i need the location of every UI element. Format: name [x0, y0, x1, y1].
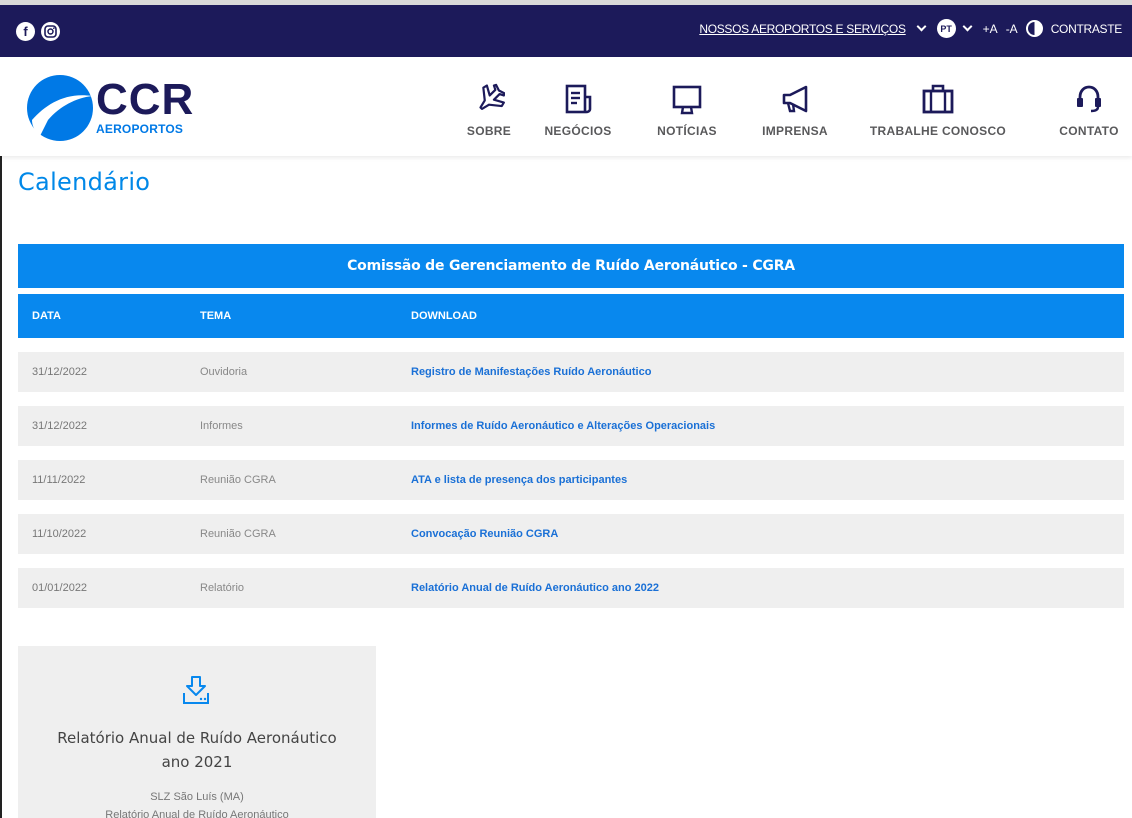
nav-item-contato[interactable]: CONTATO [1053, 83, 1125, 138]
nav-label: TRABALHE CONOSCO [869, 124, 1007, 138]
cell-tema: Reunião CGRA [200, 528, 276, 540]
nav-label: SOBRE [466, 124, 512, 138]
nav-label: IMPRENSA [762, 124, 828, 138]
table-row: 01/01/2022 Relatório Relatório Anual de … [18, 568, 1124, 608]
cell-date: 31/12/2022 [32, 366, 88, 378]
ccr-logo[interactable]: CCR AEROPORTOS [26, 74, 194, 142]
font-decrease-button[interactable]: -A [1006, 22, 1018, 36]
card-subtitle: SLZ São Luís (MA) Relatório Anual de Ruí… [18, 788, 376, 818]
cell-date: 31/12/2022 [32, 420, 88, 432]
social-links: f [16, 22, 60, 41]
column-header-tema: TEMA [200, 310, 232, 322]
table-title: Comissão de Gerenciamento de Ruído Aeron… [18, 244, 1124, 288]
document-icon [540, 83, 616, 115]
nav-item-sobre[interactable]: SOBRE [459, 83, 519, 138]
nav-item-imprensa[interactable]: IMPRENSA [758, 83, 832, 138]
megaphone-icon [758, 83, 832, 115]
nav-label: NOTÍCIAS [657, 124, 717, 138]
cell-date: 11/11/2022 [32, 474, 86, 486]
cell-tema: Relatório [200, 582, 245, 594]
main-header: CCR AEROPORTOS SOBRE NEGÓCIOS NOTÍCIAS I… [0, 57, 1132, 156]
nav-item-trabalhe-conosco[interactable]: TRABALHE CONOSCO [868, 83, 1008, 138]
airports-services-link[interactable]: NOSSOS AEROPORTOS E SERVIÇOS [699, 22, 906, 36]
page-title: Calendário [18, 168, 151, 196]
cell-tema: Informes [200, 420, 243, 432]
contrast-icon[interactable] [1025, 20, 1043, 37]
chevron-down-icon[interactable] [916, 21, 927, 32]
download-link[interactable]: Relatório Anual de Ruído Aeronáutico ano… [411, 582, 659, 594]
logo-mark-icon [27, 75, 93, 141]
font-increase-button[interactable]: +A [983, 22, 998, 36]
table-row: 31/12/2022 Informes Informes de Ruído Ae… [18, 406, 1124, 446]
monitor-icon [652, 83, 722, 115]
airplane-icon [459, 83, 519, 115]
language-selector[interactable]: PT [936, 19, 956, 38]
chevron-down-icon[interactable] [962, 21, 973, 32]
nav-item-negocios[interactable]: NEGÓCIOS [540, 83, 616, 138]
download-icon [183, 676, 209, 704]
nav-label: NEGÓCIOS [544, 124, 612, 138]
download-link[interactable]: ATA e lista de presença dos participante… [411, 474, 627, 486]
table-header: DATA TEMA DOWNLOAD [18, 294, 1124, 338]
card-location: SLZ São Luís (MA) [150, 791, 244, 803]
download-link[interactable]: Registro de Manifestações Ruído Aeronáut… [411, 366, 651, 378]
top-utility-links: NOSSOS AEROPORTOS E SERVIÇOS PT +A -A CO… [699, 19, 1122, 38]
instagram-icon[interactable] [41, 22, 60, 41]
cgra-table: Comissão de Gerenciamento de Ruído Aeron… [18, 244, 1124, 608]
card-description: Relatório Anual de Ruído Aeronáutico [105, 809, 289, 818]
cell-tema: Reunião CGRA [200, 474, 276, 486]
download-link[interactable]: Convocação Reunião CGRA [411, 528, 558, 540]
cell-tema: Ouvidoria [200, 366, 248, 378]
headset-icon [1053, 83, 1125, 115]
top-utility-bar: f NOSSOS AEROPORTOS E SERVIÇOS PT +A -A … [0, 0, 1132, 57]
table-row: 11/10/2022 Reunião CGRA Convocação Reuni… [18, 514, 1124, 554]
nav-label: CONTATO [1059, 124, 1119, 138]
column-header-download: DOWNLOAD [411, 310, 477, 322]
briefcase-icon [868, 83, 1008, 115]
download-link[interactable]: Informes de Ruído Aeronáutico e Alteraçõ… [411, 420, 715, 432]
logo-name: CCR [96, 75, 195, 124]
table-row: 11/11/2022 Reunião CGRA ATA e lista de p… [18, 460, 1124, 500]
nav-item-noticias[interactable]: NOTÍCIAS [652, 83, 722, 138]
card-title: Relatório Anual de Ruído Aeronáutico ano… [57, 729, 337, 771]
cell-date: 01/01/2022 [32, 582, 88, 594]
cell-date: 11/10/2022 [32, 528, 87, 540]
facebook-icon[interactable]: f [16, 22, 35, 41]
column-header-data: DATA [32, 310, 61, 322]
contrast-button[interactable]: CONTRASTE [1051, 22, 1123, 36]
logo-subtitle: AEROPORTOS [96, 122, 184, 136]
table-row: 31/12/2022 Ouvidoria Registro de Manifes… [18, 352, 1124, 392]
report-card[interactable]: Relatório Anual de Ruído Aeronáutico ano… [18, 646, 376, 818]
